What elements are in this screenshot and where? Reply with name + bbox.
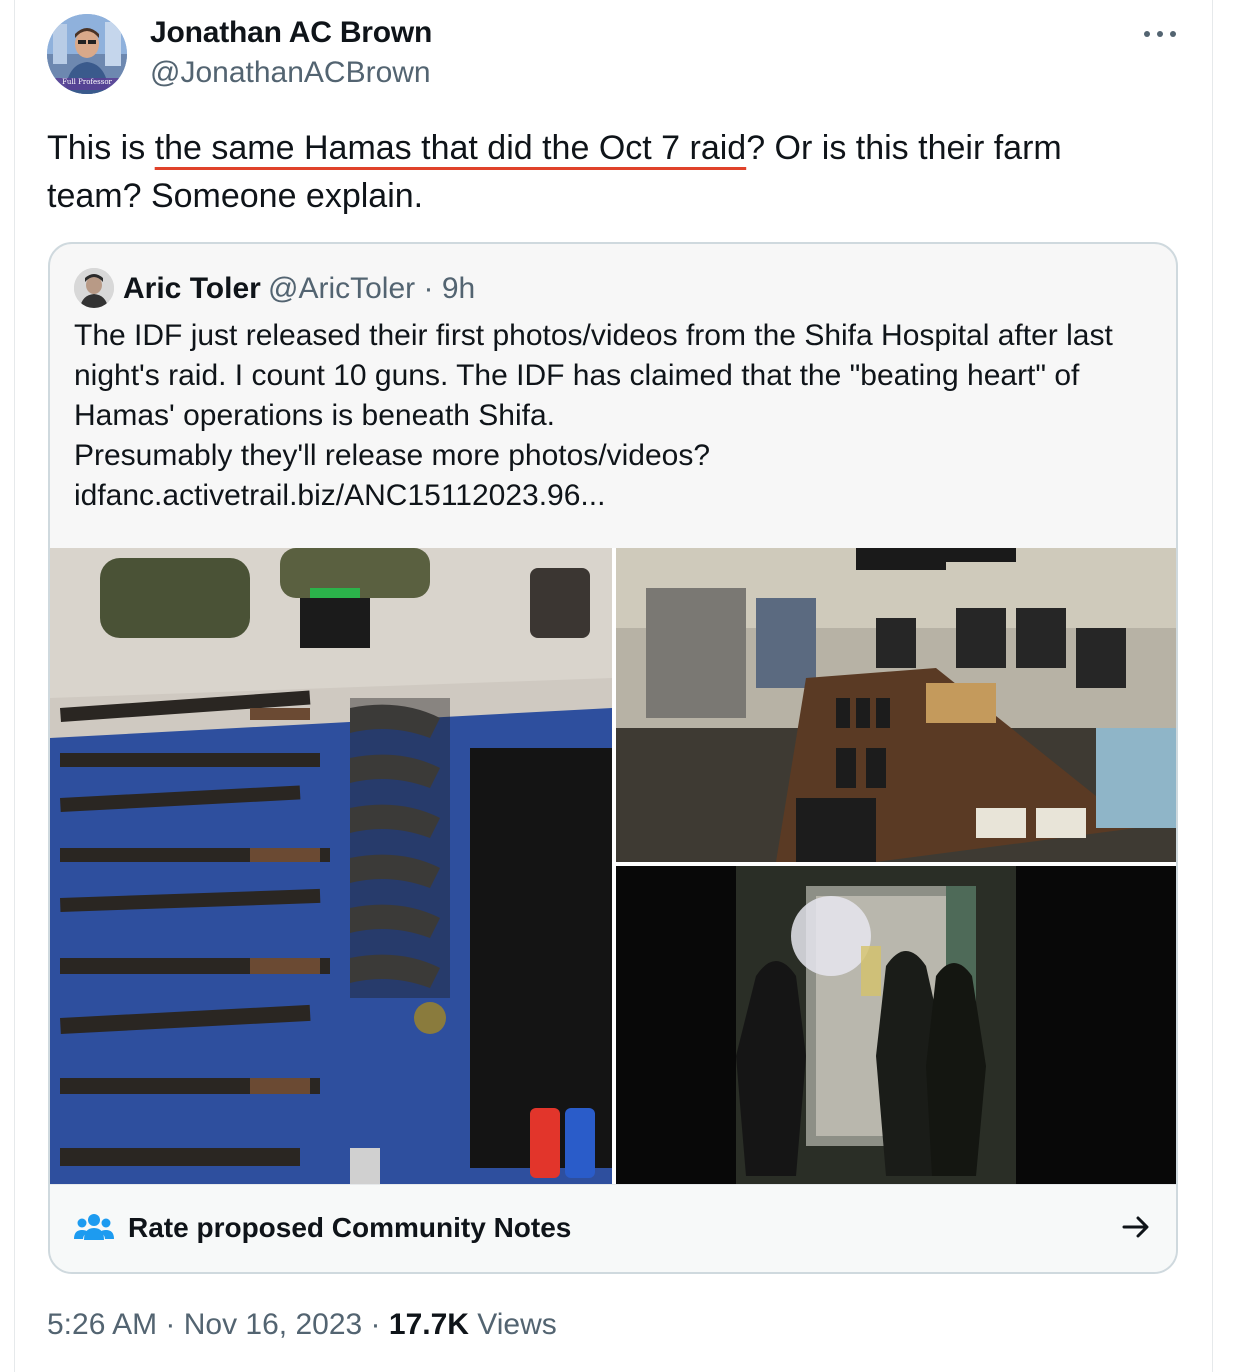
- media-grid: [50, 548, 1176, 1184]
- ellipsis-icon: [1144, 31, 1150, 37]
- tweet-date[interactable]: Nov 16, 2023: [184, 1308, 362, 1341]
- arrow-right-icon: [1122, 1216, 1149, 1238]
- photo-room-table[interactable]: [616, 548, 1176, 862]
- quoted-time[interactable]: 9h: [442, 272, 475, 305]
- quoted-author-meta: @AricToler · 9h: [268, 272, 476, 305]
- avatar-badge-text: Full Professor: [62, 78, 112, 86]
- quoted-text-line: Hamas' operations is beneath Shifa.: [74, 399, 556, 432]
- author-avatar[interactable]: Full Professor: [47, 14, 127, 94]
- quoted-text-line: The IDF just released their first photos…: [74, 319, 1113, 352]
- tweet-text-start: This is: [47, 129, 155, 167]
- community-notes-bar[interactable]: Rate proposed Community Notes: [50, 1184, 1176, 1272]
- photo-weapons-on-rug[interactable]: [50, 548, 612, 1184]
- tweet-text: This is the same Hamas that did the Oct …: [47, 124, 1157, 220]
- quoted-link[interactable]: idfanc.activetrail.biz/ANC15112023.96...: [74, 476, 1164, 516]
- author-handle[interactable]: @JonathanACBrown: [150, 56, 431, 90]
- people-icon: [74, 1214, 114, 1240]
- tweet-text-highlight: the same Hamas that did the Oct 7 raid: [154, 129, 747, 167]
- quoted-author-name[interactable]: Aric Toler: [123, 272, 261, 306]
- tweet-footer: 5:26 AM · Nov 16, 2023 · 17.7K Views: [47, 1308, 557, 1341]
- frame-border-left: [14, 0, 15, 1372]
- quoted-author-handle[interactable]: @AricToler: [268, 272, 415, 305]
- frame-border-right: [1212, 0, 1213, 1372]
- quoted-text-line: night's raid. I count 10 guns. The IDF h…: [74, 359, 1080, 392]
- author-name[interactable]: Jonathan AC Brown: [150, 16, 432, 50]
- quoted-author-avatar[interactable]: [74, 268, 114, 308]
- quoted-tweet-text: The IDF just released their first photos…: [74, 316, 1164, 516]
- quoted-tweet-card[interactable]: Aric Toler @AricToler · 9h The IDF just …: [48, 242, 1178, 1274]
- ellipsis-icon: [1170, 31, 1176, 37]
- photo-soldiers-hallway[interactable]: [616, 866, 1176, 1184]
- ellipsis-icon: [1157, 31, 1163, 37]
- community-notes-label: Rate proposed Community Notes: [128, 1212, 572, 1243]
- quoted-text-line: Presumably they'll release more photos/v…: [74, 439, 711, 472]
- views-count[interactable]: 17.7K: [389, 1308, 469, 1341]
- views-label: Views: [477, 1308, 557, 1341]
- tweet-time[interactable]: 5:26 AM: [47, 1308, 157, 1341]
- more-options-button[interactable]: [1140, 18, 1180, 48]
